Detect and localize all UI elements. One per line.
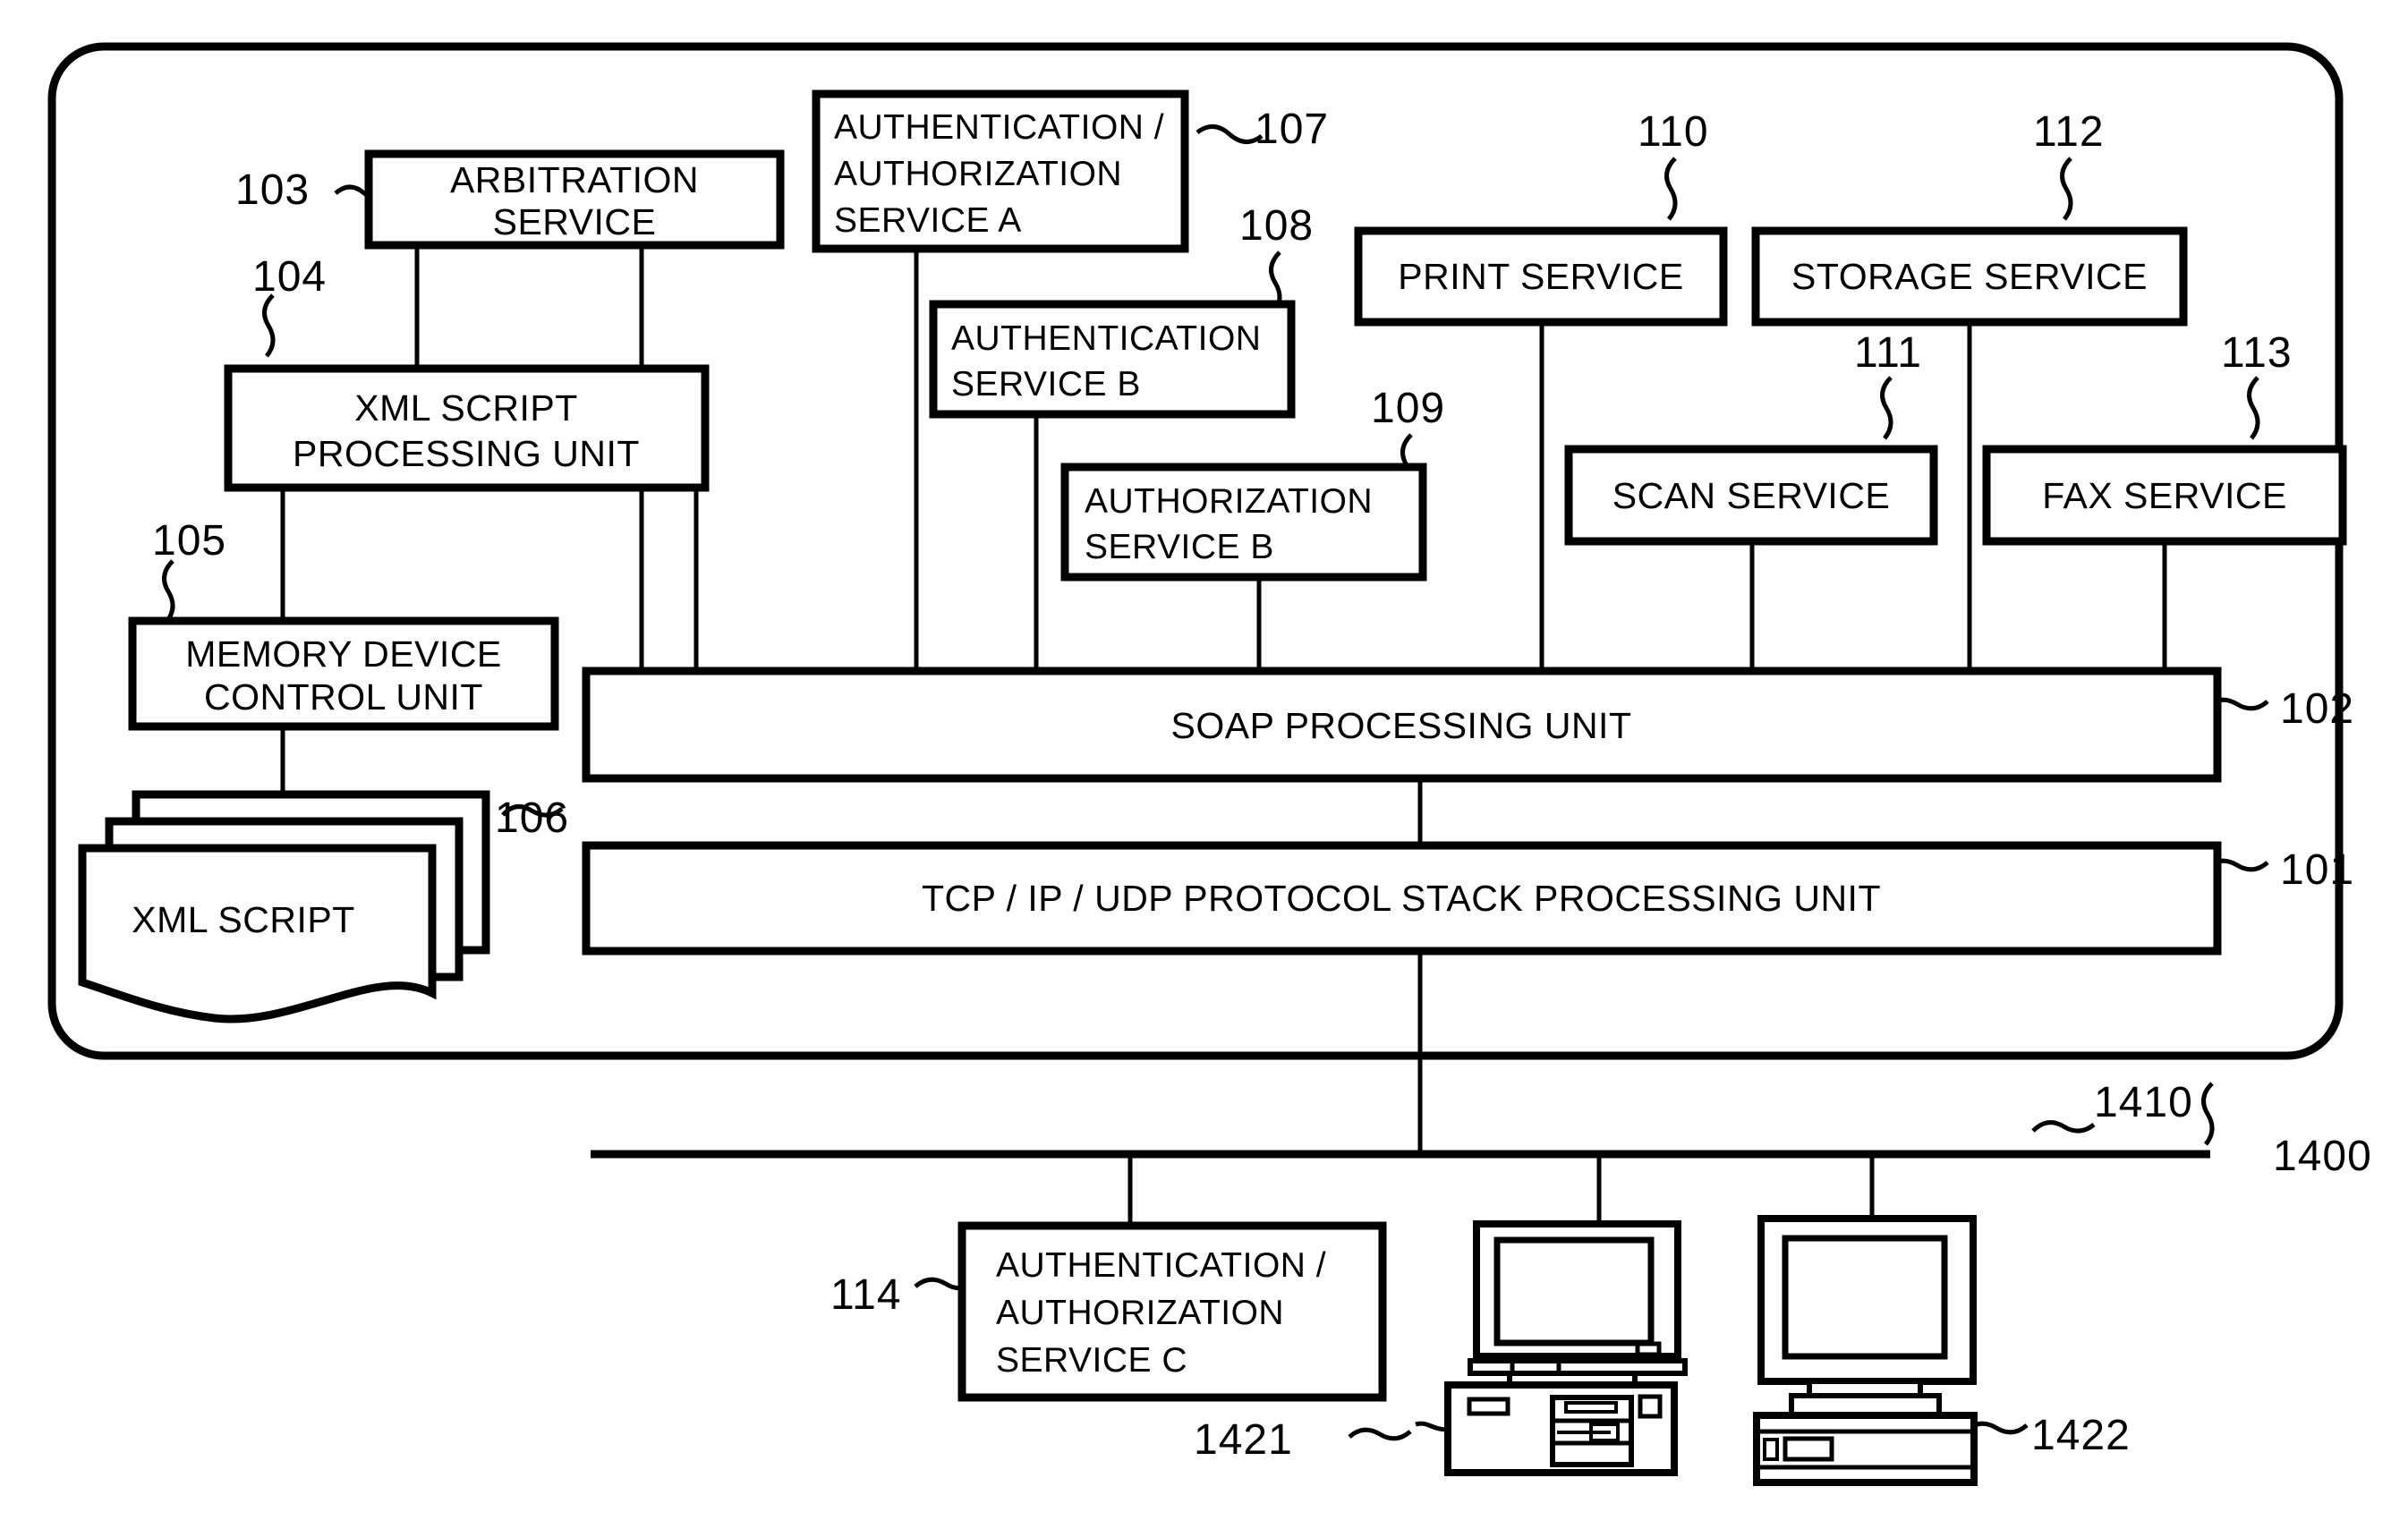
ref-1410: 1410 xyxy=(2094,1079,2193,1126)
memory-device-control-unit-label-2: CONTROL UNIT xyxy=(204,676,483,718)
ref-114: 114 xyxy=(830,1271,902,1319)
ref-1422: 1422 xyxy=(2031,1412,2131,1459)
auth-authz-service-a-label-2: AUTHORIZATION xyxy=(834,155,1122,193)
block-storage-service[interactable]: STORAGE SERVICE xyxy=(1751,226,2188,327)
ref-1400: 1400 xyxy=(2273,1133,2372,1180)
ref-102: 102 xyxy=(2280,685,2354,733)
ref-106: 106 xyxy=(495,794,569,842)
ref-109: 109 xyxy=(1371,385,1445,432)
ref-112: 112 xyxy=(2033,108,2105,156)
block-auth-authz-service-c[interactable]: AUTHENTICATION / AUTHORIZATION SERVICE C xyxy=(957,1221,1387,1402)
protocol-stack-label: TCP / IP / UDP PROTOCOL STACK PROCESSING… xyxy=(922,878,1881,919)
authorization-service-b-label-2: SERVICE B xyxy=(1085,528,1274,566)
xml-script-processing-unit-label-1: XML SCRIPT xyxy=(354,387,578,429)
computer-1422-icon xyxy=(1753,1215,1978,1486)
auth-authz-service-c-label-1: AUTHENTICATION / xyxy=(996,1246,1326,1285)
ref-105: 105 xyxy=(152,517,226,565)
block-scan-service[interactable]: SCAN SERVICE xyxy=(1564,445,1938,546)
ref-107: 107 xyxy=(1255,106,1329,153)
authentication-service-b-label-1: AUTHENTICATION xyxy=(951,319,1261,358)
ref-110: 110 xyxy=(1638,108,1709,156)
block-arbitration-service[interactable]: ARBITRATION SERVICE xyxy=(364,149,785,250)
authentication-service-b-label-2: SERVICE B xyxy=(951,365,1141,403)
ref-103: 103 xyxy=(235,166,310,214)
auth-authz-service-c-label-3: SERVICE C xyxy=(996,1341,1187,1380)
ref-1421: 1421 xyxy=(1194,1416,1293,1464)
storage-service-label: STORAGE SERVICE xyxy=(1791,256,2148,297)
print-service-label: PRINT SERVICE xyxy=(1398,256,1683,297)
block-print-service[interactable]: PRINT SERVICE xyxy=(1354,226,1728,327)
memory-device-control-unit-label-1: MEMORY DEVICE xyxy=(185,633,502,675)
block-auth-authz-service-a[interactable]: AUTHENTICATION / AUTHORIZATION SERVICE A xyxy=(812,89,1189,253)
xml-script-label: XML SCRIPT xyxy=(132,899,355,940)
ref-108: 108 xyxy=(1239,202,1314,250)
figure-canvas: ARBITRATION SERVICE 103 XML SCRIPT PROCE… xyxy=(0,0,2408,1529)
block-diagram: ARBITRATION SERVICE 103 XML SCRIPT PROCE… xyxy=(47,42,2372,1486)
ref-113: 113 xyxy=(2221,329,2293,377)
auth-authz-service-c-label-2: AUTHORIZATION xyxy=(996,1294,1284,1332)
arbitration-service-label-2: SERVICE xyxy=(493,201,657,242)
authorization-service-b-label-1: AUTHORIZATION xyxy=(1085,482,1373,521)
block-xml-script-processing-unit[interactable]: XML SCRIPT PROCESSING UNIT xyxy=(224,364,710,492)
fax-service-label: FAX SERVICE xyxy=(2042,475,2287,516)
scan-service-label: SCAN SERVICE xyxy=(1612,475,1891,516)
xml-script-processing-unit-label-2: PROCESSING UNIT xyxy=(293,433,640,474)
ref-101: 101 xyxy=(2280,846,2354,894)
auth-authz-service-a-label-1: AUTHENTICATION / xyxy=(834,108,1164,147)
ref-111: 111 xyxy=(1854,329,1922,377)
block-authorization-service-b[interactable]: AUTHORIZATION SERVICE B xyxy=(1060,463,1427,582)
soap-processing-unit-label: SOAP PROCESSING UNIT xyxy=(1170,705,1631,746)
block-memory-device-control-unit[interactable]: MEMORY DEVICE CONTROL UNIT xyxy=(128,616,559,731)
ref-104: 104 xyxy=(252,253,327,301)
block-protocol-stack-processing-unit[interactable]: TCP / IP / UDP PROTOCOL STACK PROCESSING… xyxy=(582,841,2222,956)
arbitration-service-label-1: ARBITRATION xyxy=(450,159,699,200)
block-xml-script-documents[interactable]: XML SCRIPT xyxy=(78,790,490,1024)
block-soap-processing-unit[interactable]: SOAP PROCESSING UNIT xyxy=(582,667,2222,783)
block-authentication-service-b[interactable]: AUTHENTICATION SERVICE B xyxy=(929,300,1296,419)
block-fax-service[interactable]: FAX SERVICE xyxy=(1982,445,2347,546)
auth-authz-service-a-label-3: SERVICE A xyxy=(834,201,1022,240)
computer-1421-icon xyxy=(1415,1220,1688,1476)
